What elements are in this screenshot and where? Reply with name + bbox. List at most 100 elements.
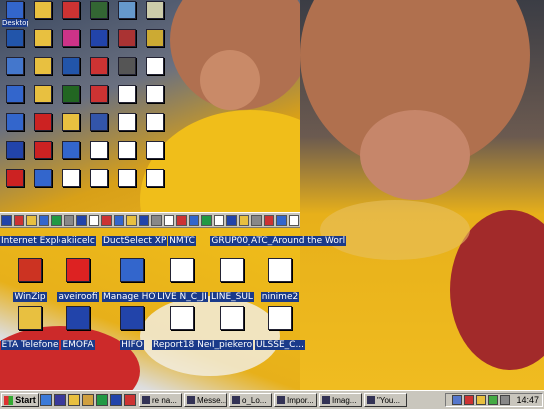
shortcut-icon: [220, 306, 244, 330]
desktop-shortcut[interactable]: [58, 141, 84, 159]
toolbar-shortcut-icon[interactable]: [101, 214, 112, 226]
desktop-shortcut[interactable]: [58, 1, 84, 19]
clock[interactable]: 14:47: [516, 395, 539, 405]
desktop-shortcut[interactable]: [30, 113, 56, 131]
antivirus-icon[interactable]: [464, 395, 475, 405]
toolbar-shortcut-icon[interactable]: [151, 214, 162, 226]
desktop-shortcut[interactable]: [86, 1, 112, 19]
desktop-shortcut[interactable]: [30, 169, 56, 187]
desktop-shortcut[interactable]: [2, 57, 28, 75]
shortcut-icon: [118, 1, 136, 19]
desktop-shortcut[interactable]: [30, 141, 56, 159]
toolbar-shortcut-icon[interactable]: [276, 214, 287, 226]
toolbar-shortcut-icon[interactable]: [38, 214, 49, 226]
desktop-shortcut[interactable]: [30, 85, 56, 103]
shortcut-label: WinZip: [13, 292, 47, 302]
network-icon[interactable]: [452, 395, 463, 405]
desktop-shortcut[interactable]: [142, 169, 168, 187]
messenger-icon[interactable]: [488, 395, 499, 405]
desktop-shortcut[interactable]: [86, 141, 112, 159]
browser-shortcut-icon[interactable]: [54, 394, 66, 406]
toolbar-shortcut-icon[interactable]: [76, 214, 87, 226]
desktop-shortcut[interactable]: [58, 169, 84, 187]
desktop-shortcut[interactable]: [142, 57, 168, 75]
desktop-shortcut[interactable]: [114, 29, 140, 47]
desktop-shortcut[interactable]: [142, 113, 168, 131]
desktop-shortcut[interactable]: [86, 85, 112, 103]
toolbar-shortcut-icon[interactable]: [213, 214, 224, 226]
toolbar-shortcut-icon[interactable]: [288, 214, 299, 226]
toolbar-shortcut-icon[interactable]: [188, 214, 199, 226]
desktop-shortcut[interactable]: [30, 29, 56, 47]
desktop-shortcut[interactable]: [2, 169, 28, 187]
toolbar-shortcut-icon[interactable]: [138, 214, 149, 226]
desktop-shortcut[interactable]: [58, 57, 84, 75]
desktop-shortcut[interactable]: [114, 1, 140, 19]
toolbar-shortcut-icon[interactable]: [113, 214, 124, 226]
toolbar-shortcut-icon[interactable]: [63, 214, 74, 226]
taskbar-button[interactable]: Imag...: [319, 393, 362, 407]
desktop-shortcut[interactable]: [2, 29, 28, 47]
desktop-shortcut[interactable]: [58, 29, 84, 47]
desktop-shortcut[interactable]: [114, 57, 140, 75]
window-icon: [322, 396, 330, 404]
start-button[interactable]: Start: [1, 393, 39, 407]
taskbar-button[interactable]: "You...: [364, 393, 407, 407]
desktop-shortcut[interactable]: [114, 113, 140, 131]
desktop-shortcut[interactable]: [30, 57, 56, 75]
taskbar-button[interactable]: Impor...: [274, 393, 317, 407]
toolbar-shortcut-icon[interactable]: [176, 214, 187, 226]
desktop-shortcut[interactable]: [86, 29, 112, 47]
desktop-shortcut[interactable]: ninime2: [250, 258, 310, 303]
toolbar-shortcut-icon[interactable]: [13, 214, 24, 226]
toolbar-shortcut-icon[interactable]: [251, 214, 262, 226]
taskbar-button[interactable]: Messe...: [184, 393, 227, 407]
desktop-shortcut[interactable]: [142, 29, 168, 47]
desktop-shortcut-icon[interactable]: [40, 394, 52, 406]
desktop-shortcut[interactable]: [114, 169, 140, 187]
volume-icon[interactable]: [476, 395, 487, 405]
folder-shortcut-icon[interactable]: [82, 394, 94, 406]
shortcut-icon: [118, 169, 136, 187]
desktop-shortcut[interactable]: EMOFA: [48, 306, 108, 351]
desktop-shortcut[interactable]: ATC_Around the Worl: [250, 228, 347, 247]
toolbar-shortcut-icon[interactable]: [88, 214, 99, 226]
desktop-shortcut[interactable]: ULSSE_C...: [250, 306, 310, 351]
toolbar-shortcut-icon[interactable]: [226, 214, 237, 226]
mail-shortcut-icon[interactable]: [68, 394, 80, 406]
word-shortcut-icon[interactable]: [110, 394, 122, 406]
desktop-shortcut[interactable]: Desktop: [2, 1, 28, 27]
desktop-shortcut[interactable]: [2, 113, 28, 131]
app-shortcut-icon[interactable]: [96, 394, 108, 406]
desktop-shortcut[interactable]: akiicelc: [48, 228, 108, 247]
desktop-shortcut[interactable]: [142, 85, 168, 103]
taskbar-button[interactable]: re na...: [139, 393, 182, 407]
desktop-shortcut[interactable]: [86, 113, 112, 131]
toolbar-shortcut-icon[interactable]: [163, 214, 174, 226]
toolbar-shortcut-icon[interactable]: [1, 214, 12, 226]
desktop-shortcut[interactable]: [114, 141, 140, 159]
media-shortcut-icon[interactable]: [124, 394, 136, 406]
desktop-shortcut[interactable]: [58, 113, 84, 131]
desktop-shortcut[interactable]: [142, 141, 168, 159]
desktop-shortcut[interactable]: [30, 1, 56, 19]
tray-app-icon[interactable]: [500, 395, 511, 405]
shortcut-icon: [6, 29, 24, 47]
taskbar-button-label: "You...: [377, 395, 401, 405]
desktop-shortcut[interactable]: aveiroofi: [48, 258, 108, 303]
toolbar-shortcut-icon[interactable]: [201, 214, 212, 226]
desktop-shortcut[interactable]: [142, 1, 168, 19]
desktop-shortcut[interactable]: [2, 141, 28, 159]
toolbar-shortcut-icon[interactable]: [263, 214, 274, 226]
toolbar-shortcut-icon[interactable]: [126, 214, 137, 226]
desktop-shortcut[interactable]: [86, 57, 112, 75]
desktop-shortcut[interactable]: [114, 85, 140, 103]
desktop-shortcut[interactable]: [58, 85, 84, 103]
desktop-shortcut[interactable]: [2, 85, 28, 103]
taskbar-button[interactable]: o_Lo...: [229, 393, 272, 407]
shortcut-icon: [146, 1, 164, 19]
toolbar-shortcut-icon[interactable]: [238, 214, 249, 226]
desktop-shortcut[interactable]: [86, 169, 112, 187]
toolbar-shortcut-icon[interactable]: [51, 214, 62, 226]
toolbar-shortcut-icon[interactable]: [26, 214, 37, 226]
